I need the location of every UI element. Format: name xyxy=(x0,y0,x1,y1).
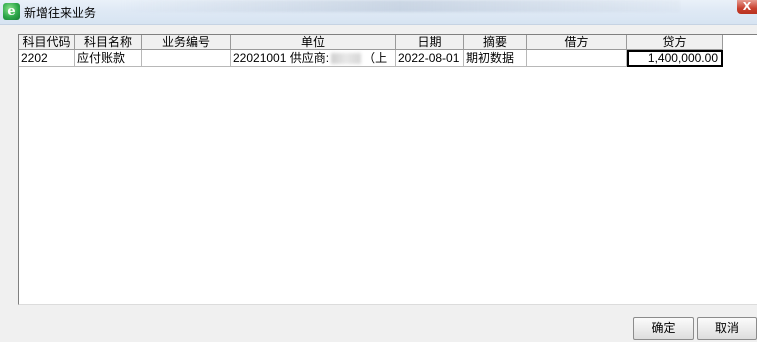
column-header-date[interactable]: 日期 xyxy=(396,35,464,50)
cancel-button[interactable]: 取消 xyxy=(697,317,757,340)
cell-account-code[interactable]: 2202 xyxy=(19,50,75,67)
title-bar: e 新增往来业务 X xyxy=(0,0,757,25)
cell-unit[interactable]: 22021001 供应商: （上 xyxy=(231,50,396,67)
transaction-grid[interactable]: 科目代码 科目名称 业务编号 单位 日期 摘要 借方 贷方 2202 应付账款 … xyxy=(18,34,757,305)
cell-account-name[interactable]: 应付账款 xyxy=(75,50,142,67)
close-button[interactable]: X xyxy=(737,0,757,14)
column-header-business-no[interactable]: 业务编号 xyxy=(142,35,231,50)
cell-date[interactable]: 2022-08-01 xyxy=(396,50,464,67)
cell-summary[interactable]: 期初数据 xyxy=(464,50,527,67)
unit-text-suffix: （上 xyxy=(363,51,388,65)
unit-text-prefix: 22021001 供应商: xyxy=(233,51,330,65)
window-title: 新增往来业务 xyxy=(24,6,97,20)
grid-header: 科目代码 科目名称 业务编号 单位 日期 摘要 借方 贷方 xyxy=(19,35,757,50)
confirm-button[interactable]: 确定 xyxy=(633,317,694,340)
background-blur xyxy=(120,0,680,12)
table-row[interactable]: 2202 应付账款 22021001 供应商: （上 2022-08-01 期初数… xyxy=(19,50,757,67)
column-header-account-code[interactable]: 科目代码 xyxy=(19,35,75,50)
app-e-icon: e xyxy=(3,3,20,20)
column-header-summary[interactable]: 摘要 xyxy=(464,35,527,50)
column-header-unit[interactable]: 单位 xyxy=(231,35,396,50)
cell-business-no[interactable] xyxy=(142,50,231,67)
dialog-window: e 新增往来业务 X 科目代码 科目名称 业务编号 单位 日期 摘要 借方 贷方… xyxy=(0,0,757,342)
redacted-text xyxy=(331,53,362,65)
column-header-account-name[interactable]: 科目名称 xyxy=(75,35,142,50)
cell-credit-selected[interactable]: 1,400,000.00 xyxy=(627,50,723,67)
cell-debit[interactable] xyxy=(527,50,627,67)
column-header-debit[interactable]: 借方 xyxy=(527,35,627,50)
column-header-credit[interactable]: 贷方 xyxy=(627,35,723,50)
